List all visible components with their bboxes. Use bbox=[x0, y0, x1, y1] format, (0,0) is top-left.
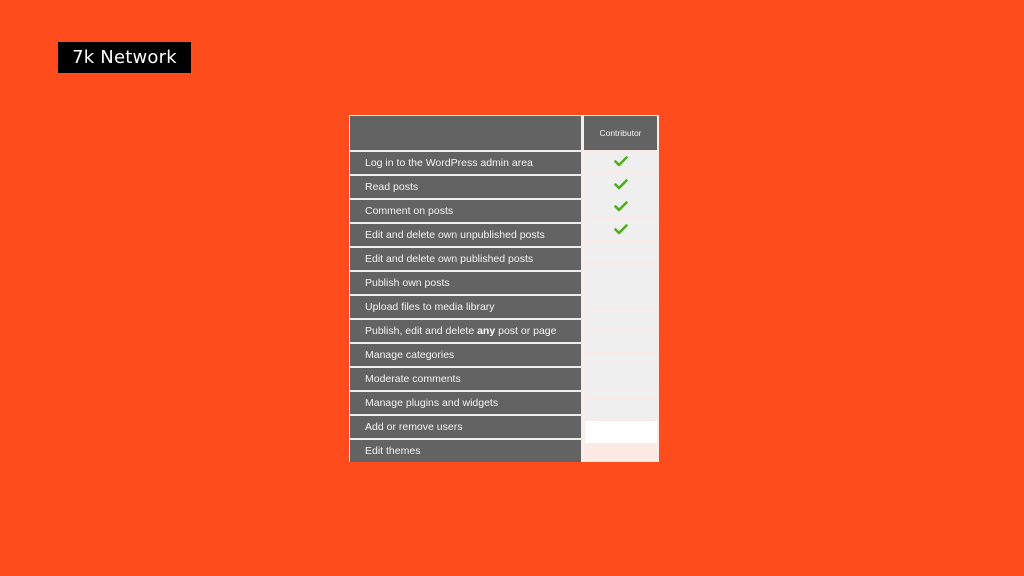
contributor-column: Contributor bbox=[584, 115, 659, 462]
check-icon bbox=[614, 178, 628, 189]
permissions-table: Log in to the WordPress admin area Read p… bbox=[349, 115, 659, 462]
table-row-label: Publish, edit and delete any post or pag… bbox=[350, 320, 581, 342]
table-row-label: Edit and delete own unpublished posts bbox=[350, 224, 581, 246]
contributor-cell bbox=[585, 331, 657, 352]
table-row-label: Add or remove users bbox=[350, 416, 581, 438]
label-emphasis: any bbox=[477, 325, 496, 337]
contributor-cell bbox=[585, 218, 657, 240]
check-icon bbox=[614, 156, 628, 167]
table-row-label: Upload files to media library bbox=[350, 296, 581, 318]
contributor-cell bbox=[585, 196, 657, 217]
contributor-cell bbox=[585, 308, 657, 330]
brand-logo: 7k Network bbox=[58, 42, 191, 73]
table-row-label: Read posts bbox=[350, 176, 581, 198]
contributor-cell bbox=[585, 263, 657, 285]
table-row-label: Manage plugins and widgets bbox=[350, 392, 581, 414]
contributor-cell bbox=[585, 151, 657, 172]
capabilities-column: Log in to the WordPress admin area Read p… bbox=[349, 115, 583, 462]
contributor-cell bbox=[585, 421, 657, 443]
table-header-empty bbox=[350, 116, 581, 150]
contributor-cell bbox=[585, 398, 657, 420]
contributor-cell bbox=[585, 241, 657, 262]
table-row-label: Edit and delete own published posts bbox=[350, 248, 581, 270]
contributor-cell bbox=[585, 173, 657, 195]
table-row-label: Moderate comments bbox=[350, 368, 581, 390]
table-row-label: Edit themes bbox=[350, 440, 581, 462]
table-row-label: Comment on posts bbox=[350, 200, 581, 222]
contributor-cell bbox=[585, 353, 657, 375]
label-text: Publish, edit and delete bbox=[365, 325, 478, 337]
table-row-label: Log in to the WordPress admin area bbox=[350, 152, 581, 174]
table-row-label: Manage categories bbox=[350, 344, 581, 366]
label-text: post or page bbox=[495, 325, 557, 337]
column-header-contributor: Contributor bbox=[584, 116, 657, 150]
check-icon bbox=[614, 201, 628, 212]
check-icon bbox=[614, 223, 628, 234]
table-row-label: Publish own posts bbox=[350, 272, 581, 294]
contributor-cell bbox=[585, 286, 657, 307]
contributor-cell bbox=[585, 376, 657, 397]
